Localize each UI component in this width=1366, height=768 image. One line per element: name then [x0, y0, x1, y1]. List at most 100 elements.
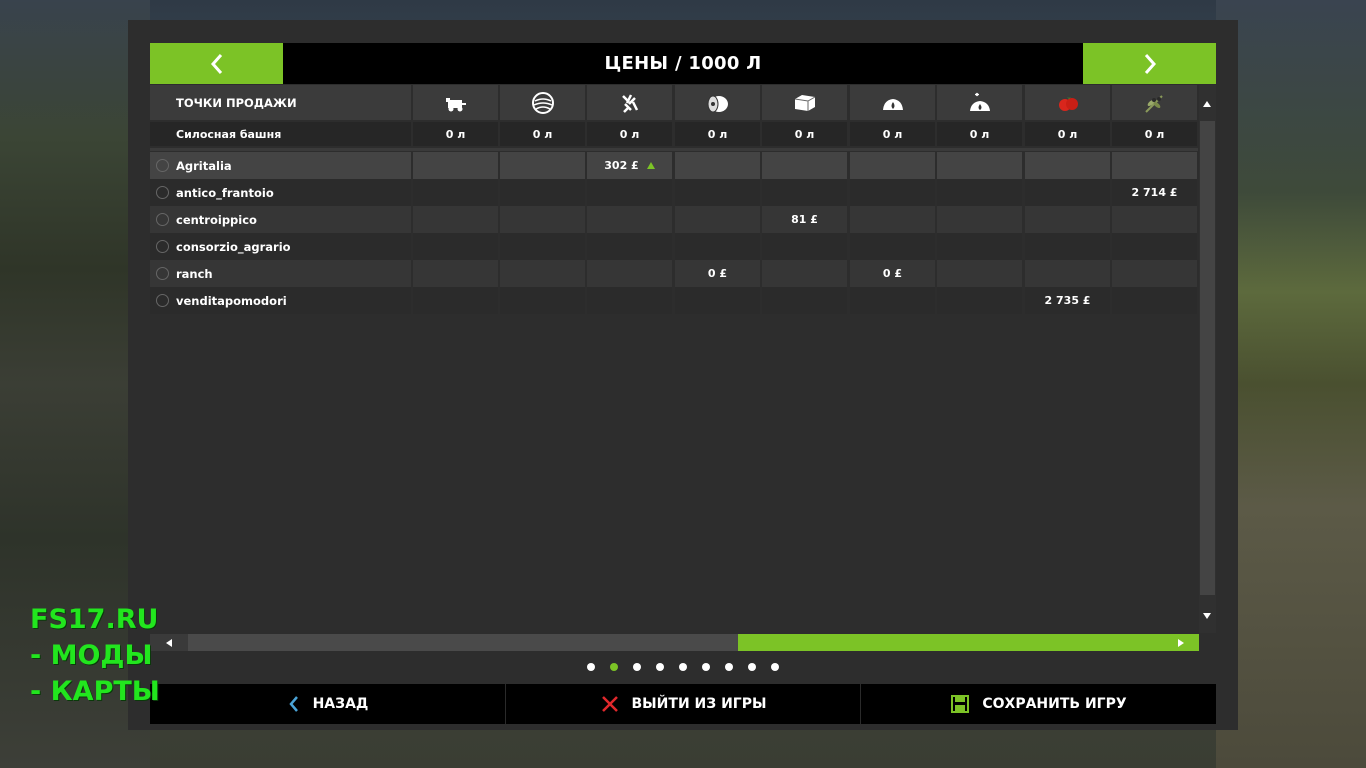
price-cell [413, 179, 498, 206]
price-cell [937, 206, 1022, 233]
chevron-left-icon [210, 53, 222, 74]
harvester-icon[interactable] [413, 85, 498, 120]
save-icon [950, 694, 970, 714]
selling-point-icon [156, 213, 169, 226]
price-cell [1112, 287, 1197, 314]
back-icon [287, 694, 301, 714]
page-dot[interactable] [587, 663, 595, 671]
table-row[interactable]: ranch 0 £ 0 £ [150, 260, 1198, 287]
page-dot[interactable] [748, 663, 756, 671]
silo-value: 0 л [500, 122, 585, 146]
scroll-track[interactable] [1200, 121, 1215, 595]
trend-up-icon [646, 162, 655, 169]
price-cell [1025, 233, 1110, 260]
price-cell [500, 206, 585, 233]
page-dot[interactable] [702, 663, 710, 671]
price-cell [1025, 152, 1110, 179]
bale-square-icon[interactable] [762, 85, 847, 120]
selling-points-header: ТОЧКИ ПРОДАЖИ [150, 85, 411, 120]
price-cell [937, 152, 1022, 179]
seeds-icon[interactable] [850, 85, 935, 120]
table-row[interactable]: venditapomodori 2 735 £ [150, 287, 1198, 314]
silo-value: 0 л [413, 122, 498, 146]
scroll-right-icon[interactable] [1178, 639, 1184, 647]
wood-chips-icon[interactable] [587, 85, 672, 120]
price-cell [413, 233, 498, 260]
price-cell [675, 287, 760, 314]
price-cell [500, 260, 585, 287]
price-cell [762, 179, 847, 206]
scroll-thumb[interactable] [738, 634, 1199, 651]
bale-round-icon[interactable] [675, 85, 760, 120]
page-dot[interactable] [610, 663, 618, 671]
scroll-up-icon[interactable] [1203, 101, 1211, 107]
price-cell [1112, 206, 1197, 233]
price-value: 302 £ [604, 159, 639, 172]
save-label: СОХРАНИТЬ ИГРУ [982, 696, 1127, 712]
scroll-down-icon[interactable] [1203, 613, 1211, 619]
row-label: venditapomodori [176, 293, 287, 308]
silo-value: 0 л [1112, 122, 1197, 146]
price-cell [675, 179, 760, 206]
table-row[interactable]: centroippico 81 £ [150, 206, 1198, 233]
next-page-button[interactable] [1083, 43, 1216, 84]
price-cell [1025, 206, 1110, 233]
row-label: ranch [176, 266, 213, 281]
silo-row: Силосная башня 0 л 0 л 0 л 0 л 0 л 0 л 0… [150, 122, 1198, 146]
table-header-row: ТОЧКИ ПРОДАЖИ [150, 85, 1198, 120]
table-row[interactable]: antico_frantoio 2 714 £ [150, 179, 1198, 206]
selling-point-icon [156, 159, 169, 172]
price-cell: 2 714 £ [1112, 179, 1197, 206]
page-dot[interactable] [771, 663, 779, 671]
price-cell: 2 735 £ [1025, 287, 1110, 314]
back-button[interactable]: НАЗАД [150, 684, 505, 724]
save-game-button[interactable]: СОХРАНИТЬ ИГРУ [861, 684, 1216, 724]
silo-value: 0 л [587, 122, 672, 146]
horizontal-scrollbar[interactable] [150, 634, 1199, 651]
price-cell [500, 152, 585, 179]
olive-branch-icon[interactable] [1112, 85, 1197, 120]
prev-page-button[interactable] [150, 43, 283, 84]
price-cell [762, 287, 847, 314]
price-cell [1112, 152, 1197, 179]
page-dot[interactable] [679, 663, 687, 671]
price-cell [675, 206, 760, 233]
table-row[interactable]: consorzio_agrario [150, 233, 1198, 260]
price-cell [587, 233, 672, 260]
scroll-left-icon[interactable] [166, 639, 172, 647]
fertilizer-icon[interactable] [937, 85, 1022, 120]
page-indicator [150, 652, 1216, 682]
price-cell [1112, 233, 1197, 260]
silo-label: Силосная башня [150, 122, 411, 146]
price-cell [675, 152, 760, 179]
silo-value: 0 л [675, 122, 760, 146]
page-dot[interactable] [725, 663, 733, 671]
selling-point-icon [156, 267, 169, 280]
table-row[interactable]: Agritalia 302 £ [150, 152, 1198, 179]
page-dot[interactable] [633, 663, 641, 671]
row-label: centroippico [176, 212, 257, 227]
price-cell [587, 287, 672, 314]
selling-point-name: ranch [150, 260, 411, 287]
page-dot[interactable] [656, 663, 664, 671]
price-cell [413, 206, 498, 233]
wool-icon[interactable] [500, 85, 585, 120]
selling-point-name: Agritalia [150, 152, 411, 179]
silo-value: 0 л [850, 122, 935, 146]
tomato-icon[interactable] [1025, 85, 1110, 120]
price-cell [413, 287, 498, 314]
selling-point-name: consorzio_agrario [150, 233, 411, 260]
quit-game-button[interactable]: ВЫЙТИ ИЗ ИГРЫ [506, 684, 860, 724]
scroll-track[interactable] [188, 634, 1199, 651]
price-cell [850, 233, 935, 260]
price-cell [850, 287, 935, 314]
price-cell [675, 233, 760, 260]
selling-point-name: centroippico [150, 206, 411, 233]
price-cell [1025, 179, 1110, 206]
price-cell [500, 179, 585, 206]
price-cell [500, 287, 585, 314]
watermark-line: FS17.RU [30, 604, 159, 635]
vertical-scrollbar[interactable] [1199, 85, 1216, 633]
price-cell [850, 152, 935, 179]
price-cell: 0 £ [850, 260, 935, 287]
